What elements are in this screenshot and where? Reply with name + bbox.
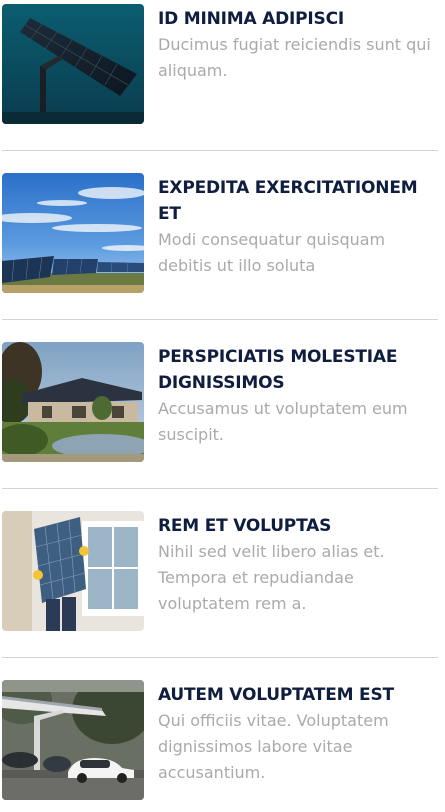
solar-carport-image: [2, 680, 144, 800]
post-description: Accusamus ut voluptatem eum suscipit.: [158, 399, 408, 444]
house-with-solar-roof-image: [2, 342, 144, 462]
post-description: Modi consequatur quisquam debitis ut ill…: [158, 230, 386, 275]
solar-panel-tracker-image: [2, 4, 144, 124]
solar-farm-image: [2, 173, 144, 293]
worker-carrying-panel-image: [2, 511, 144, 631]
post-thumbnail[interactable]: [2, 4, 144, 124]
post-title[interactable]: PERSPICIATIS MOLESTIAE DIGNISSIMOS: [158, 344, 442, 396]
post-thumbnail[interactable]: [2, 511, 144, 631]
post-title[interactable]: REM ET VOLUPTAS: [158, 513, 442, 539]
post-title[interactable]: AUTEM VOLUPTATEM EST: [158, 682, 442, 708]
post-title[interactable]: ID MINIMA ADIPISCI: [158, 6, 442, 32]
post-description: Qui officiis vitae. Voluptatem dignissim…: [158, 711, 389, 782]
divider: [2, 657, 438, 658]
post-thumbnail[interactable]: [2, 680, 144, 800]
divider: [2, 319, 438, 320]
post-description: Nihil sed velit libero alias et. Tempora…: [158, 542, 385, 613]
post-thumbnail[interactable]: [2, 173, 144, 293]
post-thumbnail[interactable]: [2, 342, 144, 462]
post-title[interactable]: EXPEDITA EXERCITATIONEM ET: [158, 175, 442, 227]
post-description: Ducimus fugiat reiciendis sunt qui aliqu…: [158, 35, 431, 80]
divider: [2, 488, 438, 489]
divider: [2, 150, 438, 151]
